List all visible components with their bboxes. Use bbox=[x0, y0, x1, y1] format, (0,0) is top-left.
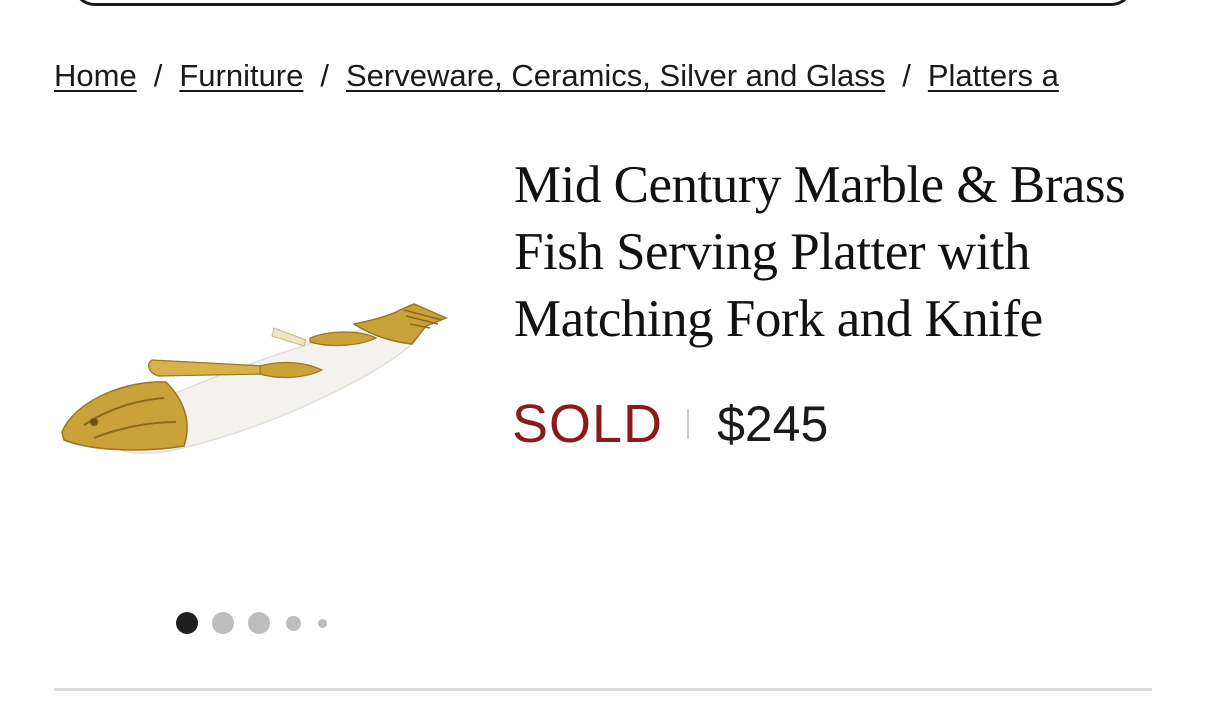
price-row: SOLD $245 bbox=[512, 392, 828, 456]
product-image[interactable] bbox=[54, 280, 464, 470]
search-bar[interactable] bbox=[72, 0, 1134, 6]
fish-platter-image bbox=[61, 303, 448, 454]
section-divider bbox=[54, 688, 1152, 691]
breadcrumb-separator: / bbox=[153, 58, 163, 93]
carousel-dot-active[interactable] bbox=[176, 612, 198, 634]
product-price: $245 bbox=[717, 396, 829, 452]
product-title: Mid Century Marble & Brass Fish Serving … bbox=[514, 156, 1126, 348]
breadcrumb: Home / Furniture / Serveware, Ceramics, Silv… bbox=[54, 54, 1152, 98]
carousel-dot[interactable] bbox=[212, 612, 234, 634]
breadcrumb-separator: / bbox=[902, 58, 911, 93]
breadcrumb-platters-link[interactable]: Platters a bbox=[928, 58, 1059, 93]
breadcrumb-separator: / bbox=[320, 58, 329, 93]
breadcrumb-home-link[interactable]: Home bbox=[54, 58, 137, 93]
breadcrumb-serveware-link[interactable]: Serveware, Ceramics, Silver and Glass bbox=[346, 58, 885, 93]
carousel-dots bbox=[176, 612, 341, 634]
price-divider bbox=[687, 409, 690, 439]
sold-badge: SOLD bbox=[512, 394, 664, 454]
carousel-dot[interactable] bbox=[286, 615, 301, 631]
carousel-dot[interactable] bbox=[248, 612, 270, 634]
carousel-dot[interactable] bbox=[318, 618, 327, 628]
breadcrumb-furniture-link[interactable]: Furniture bbox=[179, 58, 303, 93]
